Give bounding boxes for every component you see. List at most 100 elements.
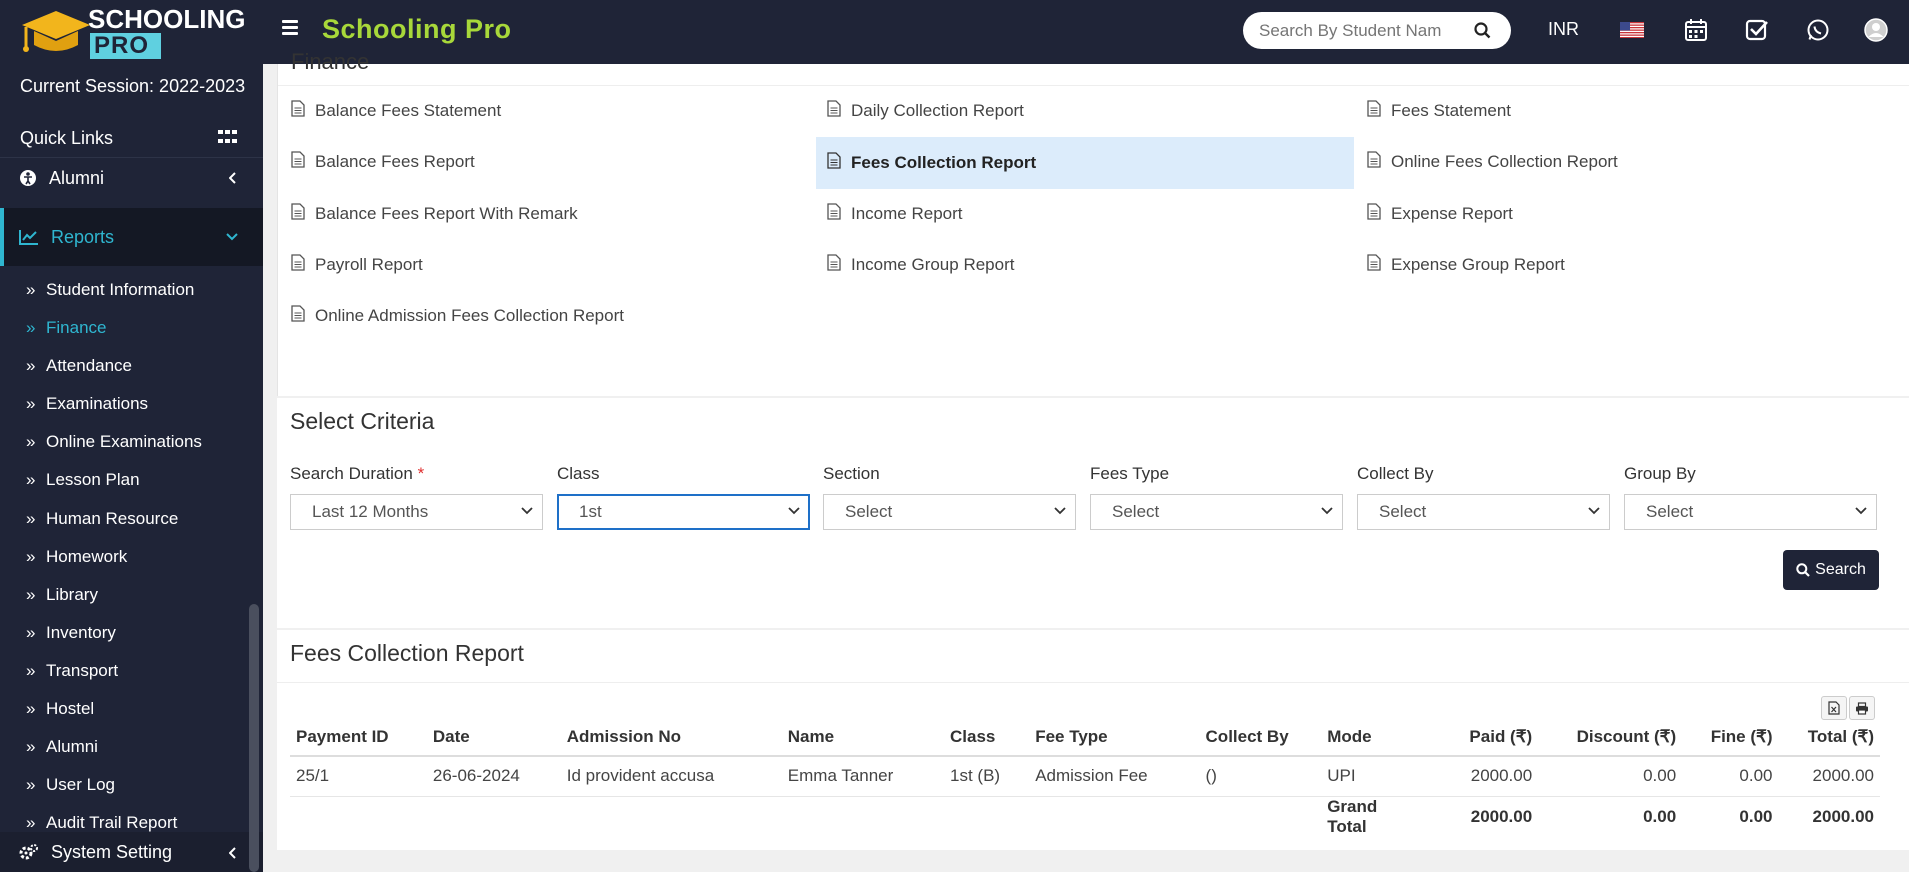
grand-total-paid: 2000.00 (1470, 806, 1533, 826)
logo[interactable]: SCHOOLING PRO (0, 0, 263, 64)
group-by-select[interactable]: Select (1624, 494, 1877, 530)
sidebar-item-lesson-plan[interactable]: » Lesson Plan (26, 469, 140, 491)
col-admission-no: Admission No (560, 718, 782, 757)
print-icon (1856, 701, 1868, 715)
sidebar-item-alumni[interactable]: » Alumni (26, 736, 98, 758)
double-chevron-right-icon: » (26, 737, 36, 756)
cell-paid: 2000.00 (1412, 756, 1539, 797)
criteria-title: Select Criteria (290, 408, 435, 434)
chevron-left-icon (229, 847, 236, 859)
sidebar-item-hostel[interactable]: » Hostel (26, 698, 94, 720)
print-button[interactable] (1849, 696, 1875, 720)
user-avatar-icon[interactable] (1864, 18, 1888, 42)
sidebar-item-human-resource[interactable]: » Human Resource (26, 508, 178, 530)
currency-selector[interactable]: INR (1548, 19, 1579, 40)
us-flag-icon[interactable] (1620, 22, 1644, 38)
link-balance-fees-report-with-remark[interactable]: Balance Fees Report With Remark (291, 192, 578, 236)
link-online-admission-fees-collection-report[interactable]: Online Admission Fees Collection Report (291, 294, 624, 338)
file-text-icon (291, 203, 305, 225)
search-icon (1796, 563, 1810, 577)
link-expense-group-report[interactable]: Expense Group Report (1367, 243, 1565, 287)
collect-by-select[interactable]: Select (1357, 494, 1610, 530)
col-name: Name (781, 718, 945, 757)
table-row[interactable]: 25/1 26-06-2024 Id provident accusa Emma… (290, 756, 1880, 797)
file-text-icon (827, 254, 841, 276)
app-title: Schooling Pro (322, 14, 512, 44)
calendar-icon[interactable] (1684, 18, 1708, 42)
sidebar-item-inventory[interactable]: » Inventory (26, 622, 116, 644)
select-criteria-panel: Select Criteria Search Duration * Last 1… (277, 398, 1909, 628)
link-daily-collection-report[interactable]: Daily Collection Report (827, 89, 1024, 133)
sidebar-item-student-information[interactable]: » Student Information (26, 279, 194, 301)
chevron-down-icon (1321, 507, 1333, 515)
sidebar-item-user-log[interactable]: » User Log (26, 774, 115, 796)
student-search[interactable] (1243, 12, 1511, 49)
section-title: Finance (291, 49, 370, 74)
sidebar-scrollbar[interactable] (249, 604, 259, 872)
link-balance-fees-report[interactable]: Balance Fees Report (291, 140, 475, 184)
quick-links[interactable]: Quick Links (20, 128, 113, 149)
sidebar-menu-reports[interactable]: Reports (0, 208, 263, 266)
search-duration-select[interactable]: Last 12 Months (290, 494, 543, 530)
alumni-icon (20, 170, 36, 186)
report-title: Fees Collection Report (290, 640, 524, 666)
menu-icon[interactable] (282, 20, 298, 36)
file-text-icon (827, 203, 841, 225)
link-fees-collection-report[interactable]: Fees Collection Report (816, 137, 1354, 189)
fees-type-select[interactable]: Select (1090, 494, 1343, 530)
logo-line1: SCHOOLING (88, 3, 246, 34)
logo-line2: PRO (90, 32, 162, 59)
class-select[interactable]: 1st (557, 494, 810, 530)
whatsapp-icon[interactable] (1806, 18, 1830, 42)
link-balance-fees-statement[interactable]: Balance Fees Statement (291, 89, 501, 133)
sidebar-item-online-examinations[interactable]: » Online Examinations (26, 431, 202, 453)
cogs-icon (19, 844, 38, 860)
file-text-icon (291, 151, 305, 173)
grand-total-row: Grand Total 2000.00 0.00 0.00 2000.00 (290, 796, 1880, 837)
table-header-row: Payment ID Date Admission No Name Class … (290, 718, 1880, 757)
link-expense-report[interactable]: Expense Report (1367, 192, 1513, 236)
col-total: Total (₹) (1778, 718, 1880, 757)
sidebar-item-finance[interactable]: » Finance (26, 317, 106, 339)
sidebar-item-audit-trail-report[interactable]: » Audit Trail Report (26, 812, 177, 834)
checkbox-icon[interactable] (1745, 18, 1769, 42)
report-panel: Fees Collection Report Payment ID Date A… (277, 630, 1909, 850)
col-payment-id: Payment ID (290, 718, 427, 757)
double-chevron-right-icon: » (26, 356, 36, 375)
grand-total-fine: 0.00 (1739, 806, 1773, 826)
double-chevron-right-icon: » (26, 394, 36, 413)
file-text-icon (1367, 203, 1381, 225)
sidebar-item-attendance[interactable]: » Attendance (26, 355, 132, 377)
sidebar-item-library[interactable]: » Library (26, 584, 98, 606)
field-label-collect-by: Collect By (1357, 464, 1434, 483)
sidebar-item-transport[interactable]: » Transport (26, 660, 118, 682)
sidebar-item-examinations[interactable]: » Examinations (26, 393, 148, 415)
excel-export-icon (1828, 701, 1840, 715)
sidebar-menu-label: Alumni (49, 167, 105, 188)
col-discount: Discount (₹) (1538, 718, 1683, 757)
double-chevron-right-icon: » (26, 509, 36, 528)
link-income-group-report[interactable]: Income Group Report (827, 243, 1014, 287)
grid-icon[interactable] (218, 130, 237, 145)
search-button[interactable]: Search (1783, 550, 1879, 590)
link-payroll-report[interactable]: Payroll Report (291, 243, 423, 287)
excel-export-button[interactable] (1821, 696, 1847, 720)
link-fees-statement[interactable]: Fees Statement (1367, 89, 1511, 133)
section-select[interactable]: Select (823, 494, 1076, 530)
file-text-icon (827, 152, 841, 174)
link-income-report[interactable]: Income Report (827, 192, 963, 236)
double-chevron-right-icon: » (26, 585, 36, 604)
file-text-icon (291, 305, 305, 327)
sidebar-menu-system-setting[interactable]: System Setting (0, 832, 263, 872)
chevron-down-icon (226, 233, 238, 241)
search-icon[interactable] (1474, 22, 1491, 39)
sidebar-menu-alumni[interactable]: Alumni (0, 160, 263, 196)
search-input[interactable] (1259, 20, 1459, 41)
link-online-fees-collection-report[interactable]: Online Fees Collection Report (1367, 140, 1618, 184)
sidebar-item-homework[interactable]: » Homework (26, 546, 127, 568)
sidebar-menu-label: Reports (51, 226, 115, 247)
double-chevron-right-icon: » (26, 547, 36, 566)
col-fee-type: Fee Type (1029, 718, 1200, 757)
file-text-icon (291, 254, 305, 276)
cell-payment-id: 25/1 (290, 756, 427, 797)
